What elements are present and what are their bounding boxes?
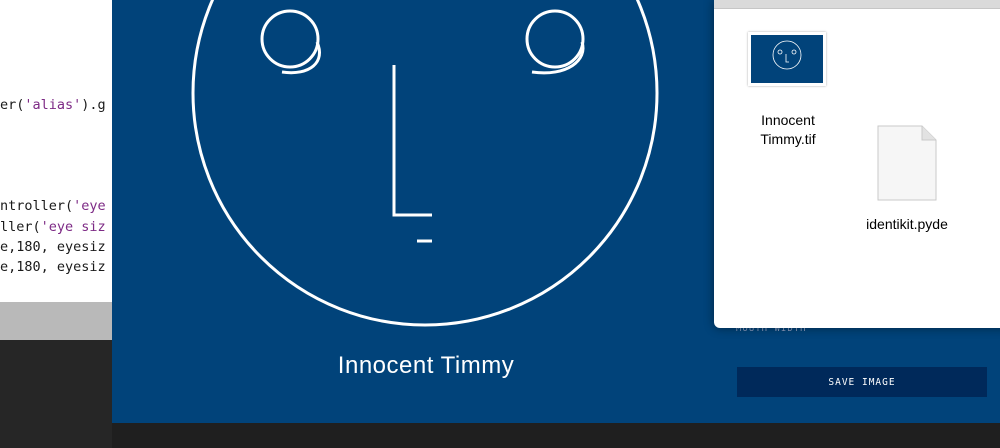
code-text: er( bbox=[0, 97, 25, 113]
code-line: ller('eye siz bbox=[0, 219, 106, 235]
code-editor: er('alias').g ntroller('eye ller('eye si… bbox=[0, 0, 113, 302]
code-line: ntroller('eye bbox=[0, 198, 106, 214]
document-icon[interactable] bbox=[874, 122, 940, 204]
file-label[interactable]: Innocent Timmy.tif bbox=[732, 111, 844, 149]
code-text: ).g bbox=[81, 97, 106, 113]
left-eye bbox=[260, 9, 320, 69]
nose bbox=[392, 65, 432, 217]
file-name-line: Timmy.tif bbox=[760, 131, 816, 147]
image-thumbnail-icon[interactable] bbox=[748, 32, 826, 86]
editor-status-area bbox=[0, 302, 112, 340]
code-text: e,180, eyesiz bbox=[0, 239, 106, 255]
save-image-button[interactable]: SAVE IMAGE bbox=[737, 367, 987, 397]
desktop-background bbox=[112, 423, 1000, 448]
file-name-line: Innocent bbox=[761, 112, 815, 128]
thumbnail-face bbox=[772, 40, 802, 70]
code-line: er('alias').g bbox=[0, 97, 106, 113]
code-text: e,180, eyesiz bbox=[0, 259, 106, 275]
file-label[interactable]: identikit.pyde bbox=[844, 215, 970, 234]
code-text: ntroller( bbox=[0, 198, 74, 214]
code-string: 'eye siz bbox=[40, 219, 106, 235]
code-string: 'eye bbox=[73, 198, 106, 214]
file-name-line: identikit.pyde bbox=[866, 216, 948, 232]
code-text: ller( bbox=[0, 219, 41, 235]
face-name-title: Innocent Timmy bbox=[337, 352, 515, 379]
code-string: 'alias' bbox=[24, 97, 82, 113]
finder-window: Innocent Timmy.tif identikit.pyde bbox=[714, 0, 1000, 328]
code-line: e,180, eyesiz bbox=[0, 259, 106, 275]
editor-console bbox=[0, 340, 112, 448]
code-line: e,180, eyesiz bbox=[0, 239, 106, 255]
right-eye bbox=[525, 9, 585, 69]
finder-toolbar-edge bbox=[714, 0, 1000, 9]
